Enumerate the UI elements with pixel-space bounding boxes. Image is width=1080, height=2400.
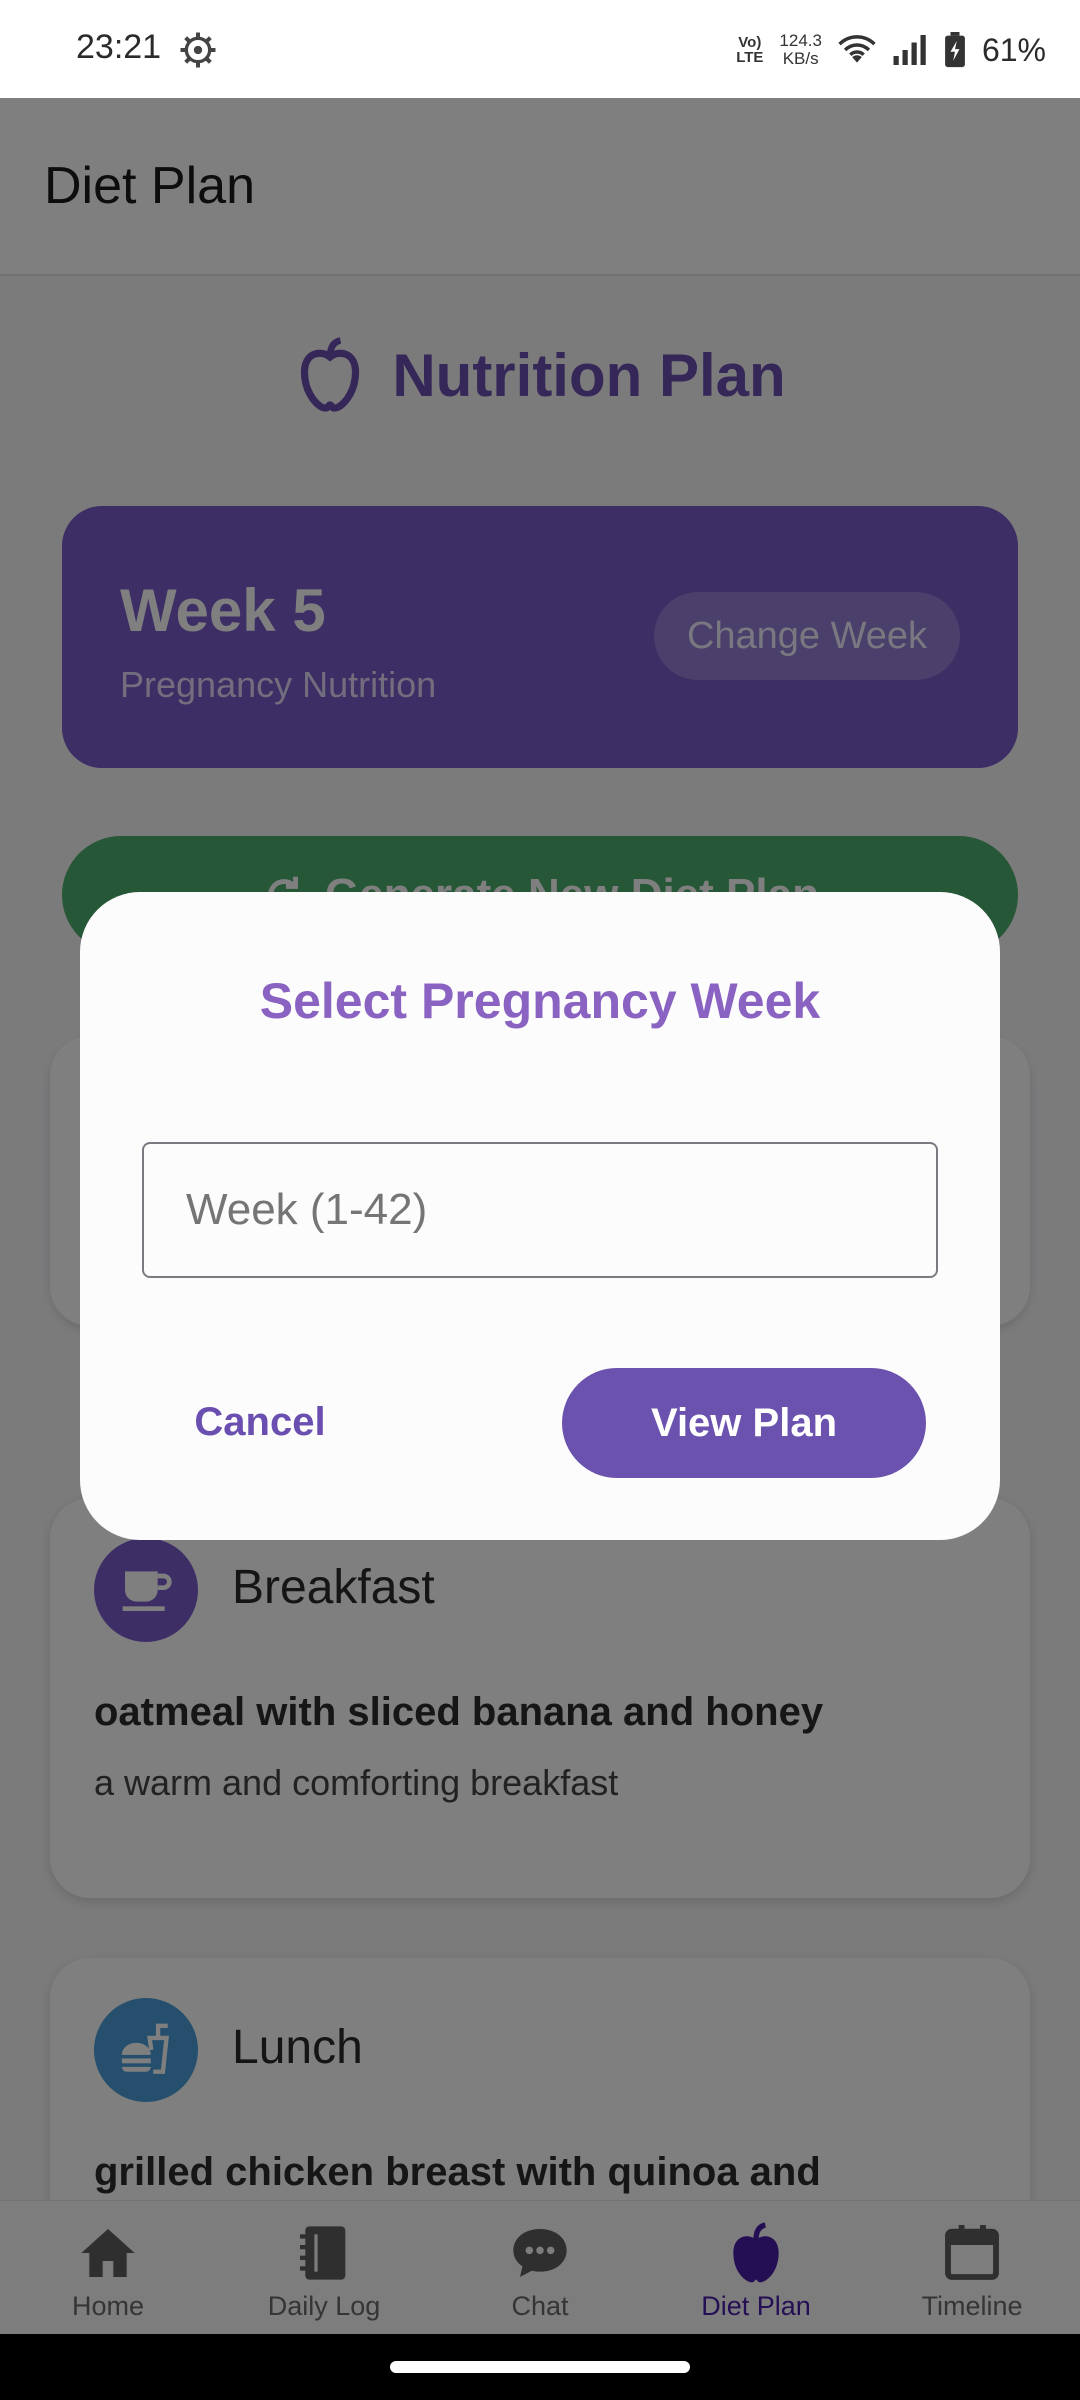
home-gesture-handle[interactable] (390, 2361, 690, 2373)
view-plan-button[interactable]: View Plan (562, 1368, 926, 1478)
lte-label: LTE (736, 49, 764, 66)
volte-indicator: Vo) LTE (736, 35, 763, 65)
status-bar: 23:21 Vo) LTE 124.3 KB/s 61% (0, 0, 1080, 98)
network-speed: 124.3 KB/s (779, 32, 822, 68)
cancel-button[interactable]: Cancel (160, 1372, 360, 1472)
speed-unit: KB/s (782, 49, 819, 68)
battery-charging-icon (945, 32, 965, 68)
signal-icon (893, 35, 926, 65)
status-time: 23:21 (76, 28, 162, 66)
speed-value: 124.3 (779, 31, 822, 50)
settings-gear-icon (180, 32, 216, 68)
volte-label: Vo) (738, 34, 762, 51)
select-week-dialog: Select Pregnancy Week Cancel View Plan (80, 892, 1000, 1540)
wifi-icon (838, 35, 876, 63)
dialog-title: Select Pregnancy Week (259, 973, 821, 1029)
battery-percent: 61% (981, 31, 1046, 68)
week-input[interactable] (142, 1142, 938, 1278)
